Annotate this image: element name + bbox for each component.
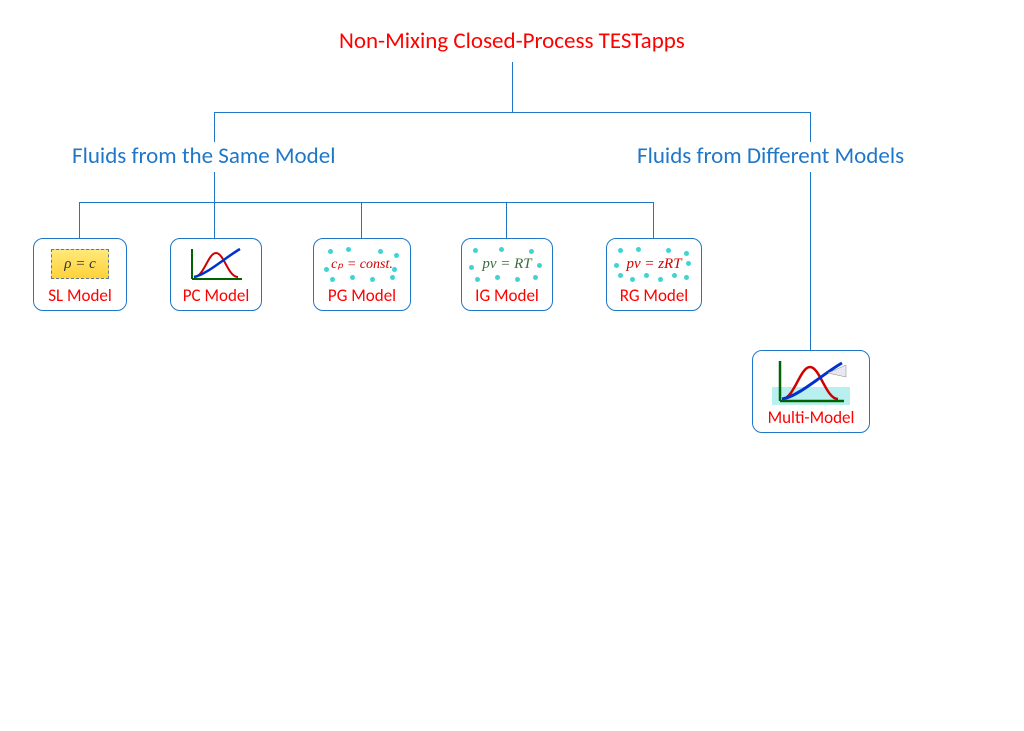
diagram-title: Non-Mixing Closed-Process TESTapps bbox=[339, 27, 685, 55]
connector-line bbox=[79, 202, 654, 203]
node-label: IG Model bbox=[475, 285, 539, 306]
branch-different-models: Fluids from Different Models bbox=[637, 142, 904, 170]
connector-line bbox=[810, 112, 811, 142]
connector-line bbox=[214, 112, 215, 142]
connector-line bbox=[506, 202, 507, 238]
node-label: SL Model bbox=[48, 285, 112, 306]
rg-equation-icon: pv = zRT bbox=[614, 245, 694, 283]
node-label: Multi-Model bbox=[768, 407, 855, 428]
connector-line bbox=[214, 202, 215, 238]
connector-line bbox=[214, 172, 215, 202]
node-pg-model[interactable]: cₚ = const. PG Model bbox=[313, 238, 411, 311]
sl-equation-icon: ρ = c bbox=[49, 245, 111, 283]
node-label: PG Model bbox=[328, 285, 396, 306]
connector-line bbox=[361, 202, 362, 238]
connector-line bbox=[810, 172, 811, 350]
node-label: RG Model bbox=[620, 285, 688, 306]
ig-equation-icon: pv = RT bbox=[469, 245, 545, 283]
connector-line bbox=[512, 62, 513, 112]
pc-chart-icon bbox=[185, 245, 247, 283]
node-multi-model[interactable]: Multi-Model bbox=[752, 350, 870, 433]
pg-equation-icon: cₚ = const. bbox=[322, 245, 402, 283]
connector-line bbox=[79, 202, 80, 238]
branch-same-model: Fluids from the Same Model bbox=[72, 142, 336, 170]
node-sl-model[interactable]: ρ = c SL Model bbox=[33, 238, 127, 311]
connector-line bbox=[214, 112, 810, 113]
node-pc-model[interactable]: PC Model bbox=[170, 238, 262, 311]
node-rg-model[interactable]: pv = zRT RG Model bbox=[606, 238, 702, 311]
connector-line bbox=[653, 202, 654, 238]
node-ig-model[interactable]: pv = RT IG Model bbox=[461, 238, 553, 311]
node-label: PC Model bbox=[183, 285, 249, 306]
multi-model-chart-icon bbox=[771, 357, 851, 405]
